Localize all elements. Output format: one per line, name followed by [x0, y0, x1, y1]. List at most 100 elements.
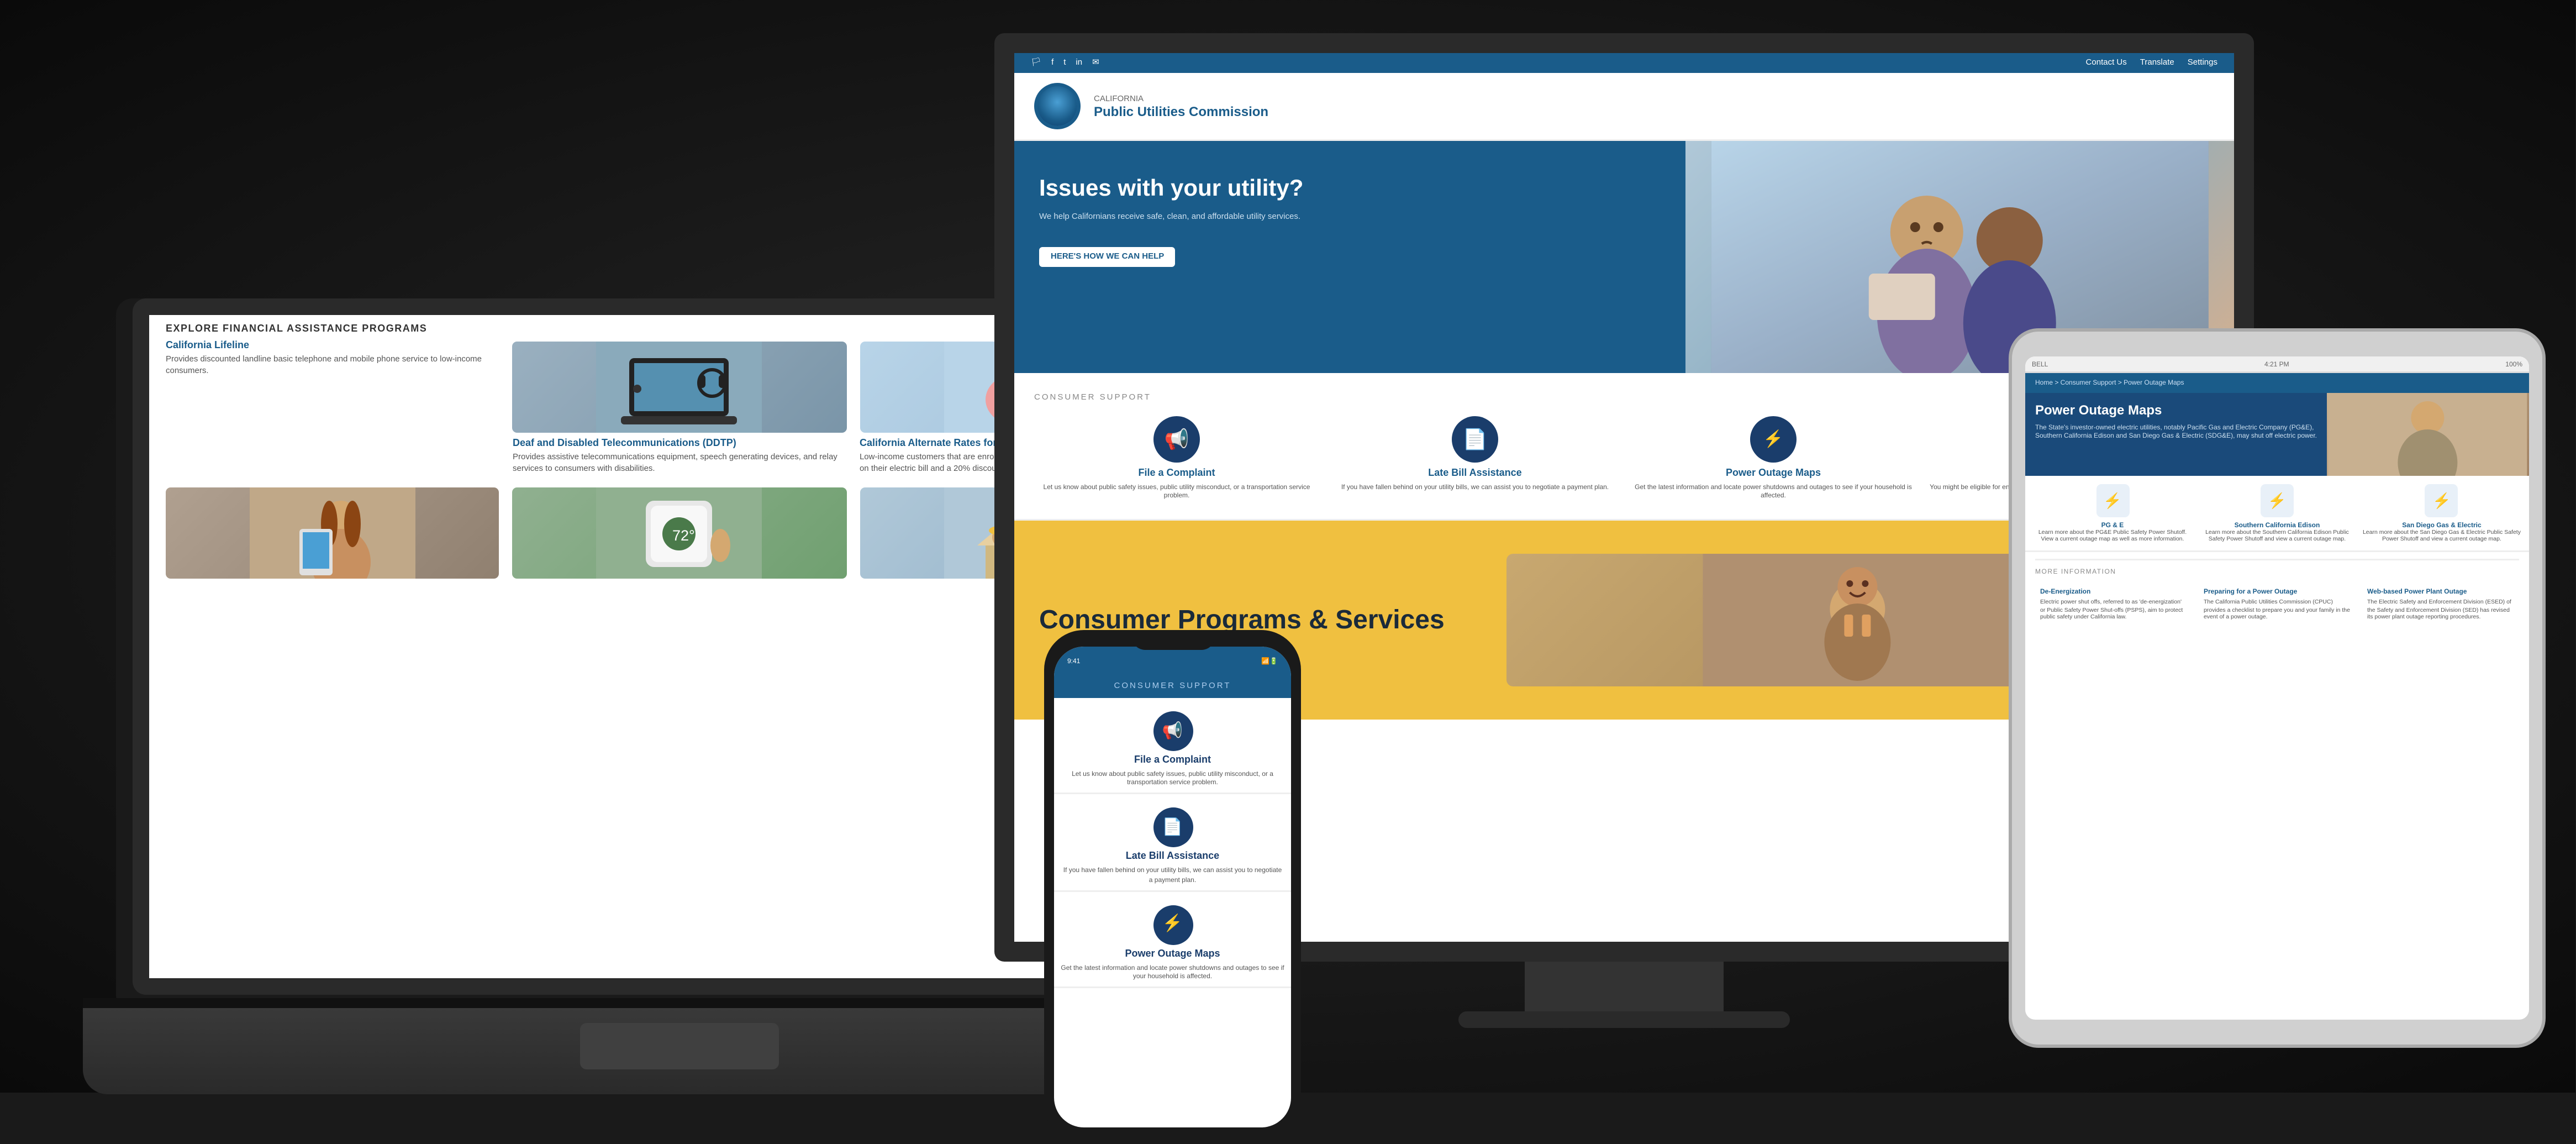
tablet-sdge-icon: ⚡ [2425, 484, 2458, 517]
social-icon-t: t [1063, 58, 1066, 68]
phone-section-label: CONSUMER SUPPORT [1064, 681, 1281, 691]
tablet-status-bar: BELL 4:21 PM 100% [2025, 356, 2529, 373]
settings-link[interactable]: Settings [2188, 58, 2217, 68]
phone-outage-icon: ⚡ [1153, 905, 1193, 944]
tablet-pge-desc: Learn more about the PG&E Public Safety … [2034, 529, 2192, 543]
tablet-hero-text: Power Outage Maps The State's investor-o… [2035, 403, 2326, 440]
hero-button[interactable]: HERE'S HOW WE CAN HELP [1039, 246, 1176, 266]
agency-name: Public Utilities Commission [1094, 104, 1268, 119]
tablet-more-prep-title[interactable]: Preparing for a Power Outage [2204, 587, 2351, 596]
laptop-card-img-laptop [513, 342, 846, 433]
tablet-screen: BELL 4:21 PM 100% Home > Consumer Suppor… [2025, 356, 2529, 1020]
phone-item-complaint: 📢 File a Complaint Let us know about pub… [1054, 698, 1291, 795]
tablet-more-deenerg-title[interactable]: De-Energization [2040, 587, 2187, 596]
phone-outage-title[interactable]: Power Outage Maps [1061, 949, 1284, 959]
tablet-body: BELL 4:21 PM 100% Home > Consumer Suppor… [2012, 332, 2542, 1045]
social-icon-flag: 🏳 [1031, 58, 1041, 68]
support-outage: ⚡ Power Outage Maps Get the latest infor… [1631, 416, 1916, 500]
phone-complaint-desc: Let us know about public safety issues, … [1061, 769, 1284, 786]
tablet-carrier: BELL [2032, 360, 2048, 368]
tablet-more-preparing: Preparing for a Power Outage The Califor… [2199, 583, 2356, 627]
tablet-breadcrumb-text[interactable]: Home > Consumer Support > Power Outage M… [2035, 378, 2184, 386]
scene: EXPLORE FINANCIAL ASSISTANCE PROGRAMS [0, 0, 2576, 1093]
tablet-more-prep-desc: The California Public Utilities Commissi… [2204, 599, 2351, 622]
phone-bill-icon: 📄 [1153, 808, 1193, 848]
laptop-card-ddtp: Deaf and Disabled Telecommunications (DD… [513, 342, 846, 474]
tablet-sce: ⚡ Southern California Edison Learn more … [2198, 484, 2356, 543]
site-header: CALIFORNIA Public Utilities Commission [1014, 73, 2234, 141]
tablet-more-deenergization: De-Energization Electric power shut offs… [2035, 583, 2192, 627]
tablet-pge-label[interactable]: PG & E [2034, 521, 2192, 529]
phone-battery: 📶🔋 [1261, 657, 1278, 665]
tablet-pge: ⚡ PG & E Learn more about the PG&E Publi… [2034, 484, 2192, 543]
social-icon-in: in [1076, 58, 1082, 68]
monitor-base [1458, 1011, 1790, 1028]
hero-desc: We help Californians receive safe, clean… [1039, 212, 1660, 223]
support-complaint: 📢 File a Complaint Let us know about pub… [1034, 416, 1319, 500]
tablet-pge-icon: ⚡ [2096, 484, 2129, 517]
site-header-text: CALIFORNIA Public Utilities Commission [1094, 94, 1268, 119]
outage-icon: ⚡ [1750, 416, 1797, 463]
tablet-icons-row: ⚡ PG & E Learn more about the PG&E Publi… [2025, 476, 2529, 553]
tablet-sce-icon: ⚡ [2261, 484, 2294, 517]
phone-content: 9:41 📶🔋 CONSUMER SUPPORT 📢 File a Compla… [1054, 647, 1291, 1127]
tablet-more-info: MORE INFORMATION De-Energization Electri… [2025, 553, 2529, 633]
phone-notch [1131, 630, 1214, 650]
tablet-time: 4:21 PM [2264, 360, 2289, 368]
laptop-card-img-thermostat: 72° [513, 487, 846, 579]
translate-link[interactable]: Translate [2140, 58, 2174, 68]
complaint-title[interactable]: File a Complaint [1034, 469, 1319, 479]
tablet-more-deenerg-desc: Electric power shut offs, referred to as… [2040, 599, 2187, 622]
complaint-desc: Let us know about public safety issues, … [1034, 482, 1319, 500]
tablet-hero-desc: The State's investor-owned electric util… [2035, 423, 2326, 440]
tablet-sdge-desc: Learn more about the San Diego Gas & Ele… [2363, 529, 2521, 543]
phone-complaint-icon: 📢 [1153, 711, 1193, 751]
complaint-icon: 📢 [1153, 416, 1200, 463]
phone-bill-desc: If you have fallen behind on your utilit… [1061, 866, 1284, 883]
phone-complaint-title[interactable]: File a Complaint [1061, 756, 1284, 766]
laptop-card-lifeline: California Lifeline Provides discounted … [166, 342, 499, 474]
laptop-card-ddtp-title[interactable]: Deaf and Disabled Telecommunications (DD… [513, 439, 846, 449]
inner-scene: EXPLORE FINANCIAL ASSISTANCE PROGRAMS [0, 0, 2575, 1093]
tablet-battery: 100% [2505, 360, 2522, 368]
phone-header-bar: CONSUMER SUPPORT [1054, 665, 1291, 698]
phone-bill-title[interactable]: Late Bill Assistance [1061, 853, 1284, 863]
support-bill: 📄 Late Bill Assistance If you have falle… [1332, 416, 1618, 500]
tablet-sce-label[interactable]: Southern California Edison [2198, 521, 2356, 529]
site-topbar-left: 🏳 f t in ✉ [1031, 58, 1099, 68]
tablet-more-web-title[interactable]: Web-based Power Plant Outage [2367, 587, 2514, 596]
bill-title[interactable]: Late Bill Assistance [1332, 469, 1618, 479]
outage-title[interactable]: Power Outage Maps [1631, 469, 1916, 479]
laptop-card-img-woman [166, 487, 499, 579]
tablet-more-title: MORE INFORMATION [2035, 559, 2519, 576]
tablet: BELL 4:21 PM 100% Home > Consumer Suppor… [2012, 332, 2542, 1045]
site-logo [1034, 83, 1081, 129]
phone: 9:41 📶🔋 CONSUMER SUPPORT 📢 File a Compla… [1044, 630, 1301, 1144]
tablet-more-grid: De-Energization Electric power shut offs… [2035, 583, 2519, 627]
tablet-more-webbased: Web-based Power Plant Outage The Electri… [2362, 583, 2519, 627]
site-topbar-right: Contact Us Translate Settings [2086, 58, 2217, 68]
outage-desc: Get the latest information and locate po… [1631, 482, 1916, 500]
hero-title: Issues with your utility? [1039, 174, 1660, 202]
social-icon-f: f [1051, 58, 1053, 68]
phone-outage-desc: Get the latest information and locate po… [1061, 963, 1284, 980]
svg-text:72°: 72° [673, 527, 696, 544]
tablet-sdge-label[interactable]: San Diego Gas & Electric [2363, 521, 2521, 529]
bill-icon: 📄 [1452, 416, 1498, 463]
tablet-hero: Power Outage Maps The State's investor-o… [2025, 393, 2529, 476]
phone-screen: 9:41 📶🔋 CONSUMER SUPPORT 📢 File a Compla… [1054, 647, 1291, 1127]
contact-link[interactable]: Contact Us [2086, 58, 2127, 68]
webcam-dot [633, 385, 641, 393]
laptop-card-lifeline-title[interactable]: California Lifeline [166, 342, 499, 351]
agency-label: CALIFORNIA [1094, 94, 1268, 104]
hero-left: Issues with your utility? We help Califo… [1014, 141, 1685, 373]
laptop-card-5: 72° [513, 487, 846, 585]
laptop-trackpad [580, 1023, 779, 1069]
site-topbar: 🏳 f t in ✉ Contact Us Translate Settings [1014, 53, 2234, 73]
tablet-more-web-desc: The Electric Safety and Enforcement Divi… [2367, 599, 2514, 622]
tablet-content: BELL 4:21 PM 100% Home > Consumer Suppor… [2025, 356, 2529, 633]
laptop-card-ddtp-desc: Provides assistive telecommunications eq… [513, 453, 846, 474]
tablet-breadcrumb: Home > Consumer Support > Power Outage M… [2025, 373, 2529, 393]
laptop-card-lifeline-desc: Provides discounted landline basic telep… [166, 355, 499, 376]
phone-body: 9:41 📶🔋 CONSUMER SUPPORT 📢 File a Compla… [1044, 630, 1301, 1144]
